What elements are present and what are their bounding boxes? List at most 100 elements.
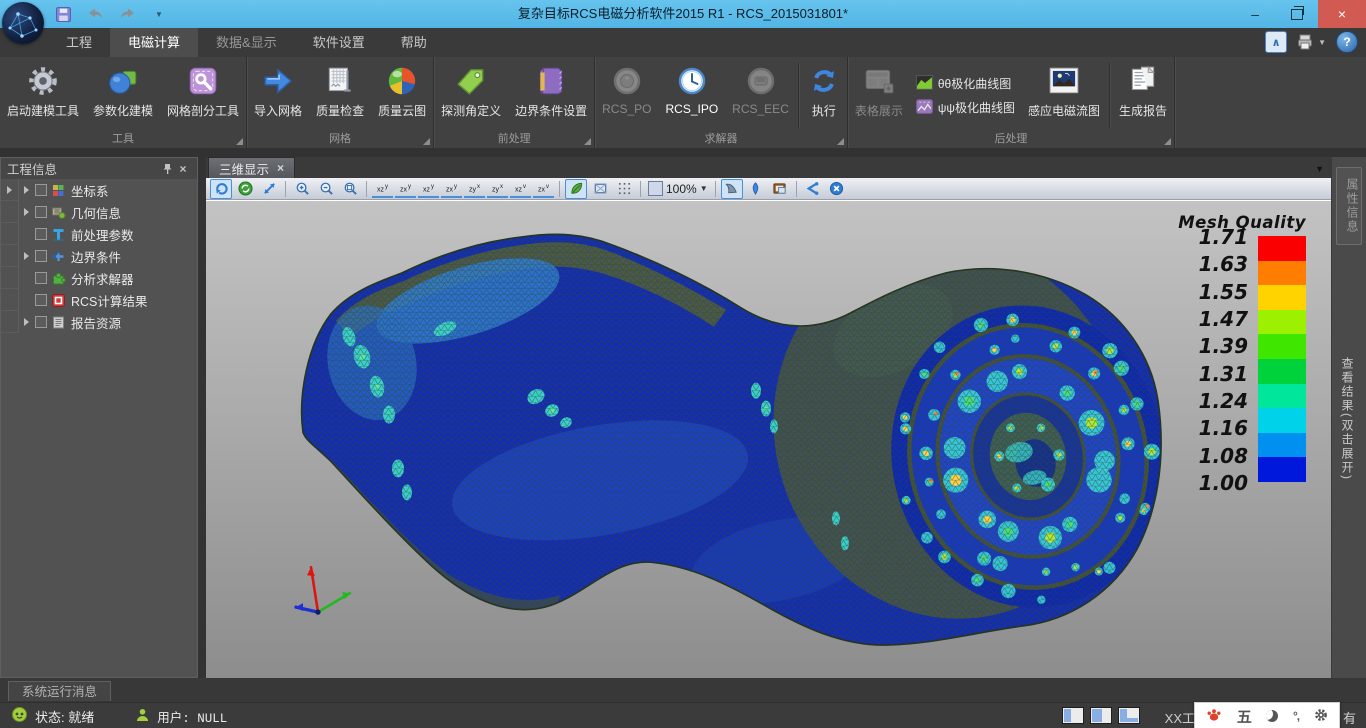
import-arrow-icon [261, 62, 295, 100]
axis-view-button-zxy[interactable]: zxy [395, 180, 416, 198]
ribbon-shadow [0, 148, 1366, 157]
capture-window-icon [772, 181, 787, 196]
zoom-fit-button[interactable] [339, 179, 361, 199]
axis-view-button-zxv[interactable]: zxv [533, 180, 554, 198]
system-messages-tab[interactable]: 系统运行消息 [8, 681, 111, 701]
fin-select-button[interactable] [721, 179, 743, 199]
points-mode-button[interactable] [613, 179, 635, 199]
legend-color-band [1258, 236, 1306, 261]
axis-view-button-xzy[interactable]: xzy [372, 180, 393, 198]
axis-view-button-xzy[interactable]: xzy [418, 180, 439, 198]
expand-icon[interactable] [24, 208, 29, 216]
axis-view-button-zyx[interactable]: zyx [464, 180, 485, 198]
launch-modeling-tool-button[interactable]: 启动建模工具 [0, 59, 86, 132]
expand-icon[interactable] [24, 252, 29, 260]
tree-item-report-resources[interactable]: 报告资源 [1, 311, 197, 333]
meshing-tool-button[interactable]: 网格剖分工具 [160, 59, 246, 132]
tree-item-boundary-conditions[interactable]: 边界条件 [1, 245, 197, 267]
ime-settings-gear-icon[interactable] [1314, 708, 1328, 725]
orbit-icon [238, 181, 253, 196]
tab-help[interactable]: 帮助 [383, 28, 445, 57]
view-results-tab[interactable]: 查看结果(双击展开) [1339, 357, 1356, 481]
tab-list-dropdown-icon[interactable]: ▼ [1315, 164, 1324, 174]
minimize-button[interactable]: – [1234, 0, 1276, 28]
axis-view-button-xzv[interactable]: xzv [510, 180, 531, 198]
import-mesh-button[interactable]: 导入网格 [247, 59, 309, 132]
tree-item-preprocess-params[interactable]: 前处理参数 [1, 223, 197, 245]
boundary-conditions-button[interactable]: 边界条件设置 [508, 59, 594, 132]
axis-view-button-zyx[interactable]: zyx [487, 180, 508, 198]
report-resource-icon [51, 315, 66, 330]
flip-icon [805, 181, 820, 196]
checkbox[interactable] [35, 228, 47, 240]
viewport-canvas[interactable]: Mesh Quality 1.711.631.551.471.391.311.2… [206, 200, 1332, 678]
pin-icon[interactable] [159, 161, 175, 177]
help-button[interactable]: ? [1336, 31, 1358, 53]
checkbox[interactable] [35, 316, 47, 328]
generate-report-button[interactable]: 生成报告 [1112, 59, 1174, 132]
flip-view-button[interactable] [802, 179, 824, 199]
parametric-modeling-button[interactable]: 参数化建模 [86, 59, 160, 132]
rcs-ipo-button[interactable]: RCS_IPO [658, 59, 725, 132]
restore-button[interactable] [1276, 0, 1318, 28]
table-display-button: 表格展示 [848, 59, 910, 132]
ime-halfwidth-moon-icon[interactable] [1266, 710, 1278, 722]
tab-software-settings[interactable]: 软件设置 [295, 28, 383, 57]
execute-button[interactable]: 执行 [801, 59, 847, 132]
layout-three-button[interactable] [1118, 707, 1140, 724]
induced-current-map-button[interactable]: 感应电磁流图 [1021, 59, 1107, 132]
capture-view-button[interactable] [769, 179, 791, 199]
expand-icon[interactable] [24, 318, 29, 326]
checkbox[interactable] [35, 250, 47, 262]
legend-value: 1.24 [1199, 391, 1248, 411]
rotate-view-button[interactable] [210, 179, 232, 199]
expand-icon[interactable] [24, 186, 29, 194]
psi-polarization-curve-button[interactable]: ψψ极化曲线图 [916, 98, 1015, 118]
orbit-view-button[interactable] [234, 179, 256, 199]
property-info-tab[interactable]: 属性信息 [1336, 167, 1362, 245]
tab-project[interactable]: 工程 [48, 28, 110, 57]
rotate-icon [214, 181, 229, 196]
gutter-expand-icon[interactable] [7, 186, 12, 194]
zoom-out-button[interactable] [315, 179, 337, 199]
ime-wubi-mode[interactable]: 五 [1237, 706, 1252, 727]
tab-em-computation[interactable]: 电磁计算 [110, 28, 198, 57]
tree-item-geometry-info[interactable]: 几何信息 [1, 201, 197, 223]
checkbox[interactable] [35, 206, 47, 218]
ime-punctuation-mode[interactable]: °, [1293, 709, 1299, 723]
ime-logo-paw-icon[interactable] [1206, 707, 1222, 725]
tree-item-rcs-results[interactable]: RCS计算结果 [1, 289, 197, 311]
collapse-ribbon-button[interactable]: ∧ [1265, 31, 1287, 53]
checkbox[interactable] [35, 184, 47, 196]
probe-angle-button[interactable]: 探测角定义 [434, 59, 508, 132]
panel-close-icon[interactable]: × [175, 161, 191, 177]
layout-one-button[interactable] [1062, 707, 1084, 724]
theta-polarization-curve-button[interactable]: θθ极化曲线图 [916, 74, 1015, 94]
solver-divider [798, 63, 799, 128]
cancel-operation-button[interactable] [826, 179, 848, 199]
layout-two-button[interactable] [1090, 707, 1112, 724]
style-dropdown-icon: ▼ [1318, 38, 1326, 47]
zoom-level-control[interactable]: 100% ▼ [646, 181, 710, 196]
tab-data-display[interactable]: 数据&显示 [198, 28, 295, 57]
axis-view-button-zxy[interactable]: zxy [441, 180, 462, 198]
checkbox[interactable] [35, 294, 47, 306]
quality-cloud-map-button[interactable]: 质量云图 [371, 59, 433, 132]
checkbox[interactable] [35, 272, 47, 284]
style-switcher-button[interactable]: ▼ [1297, 34, 1326, 50]
wireframe-icon [593, 181, 608, 196]
table-window-icon [862, 62, 896, 100]
zoom-in-button[interactable] [291, 179, 313, 199]
tab-3d-display[interactable]: 三维显示 × [208, 157, 295, 178]
pan-zoom-button[interactable] [258, 179, 280, 199]
tree-item-coordinate-system[interactable]: 坐标系 [1, 179, 197, 201]
wireframe-mode-button[interactable] [589, 179, 611, 199]
cancel-circle-icon [829, 181, 844, 196]
drop-down-view-button[interactable] [745, 179, 767, 199]
shaded-mode-button[interactable] [565, 179, 587, 199]
tree-item-analysis-solver[interactable]: 分析求解器 [1, 267, 197, 289]
quality-check-button[interactable]: 质量检查 [309, 59, 371, 132]
tab-close-icon[interactable]: × [277, 161, 284, 175]
close-button[interactable]: × [1318, 0, 1366, 28]
zoom-level-dropdown-icon[interactable]: ▼ [700, 184, 708, 193]
